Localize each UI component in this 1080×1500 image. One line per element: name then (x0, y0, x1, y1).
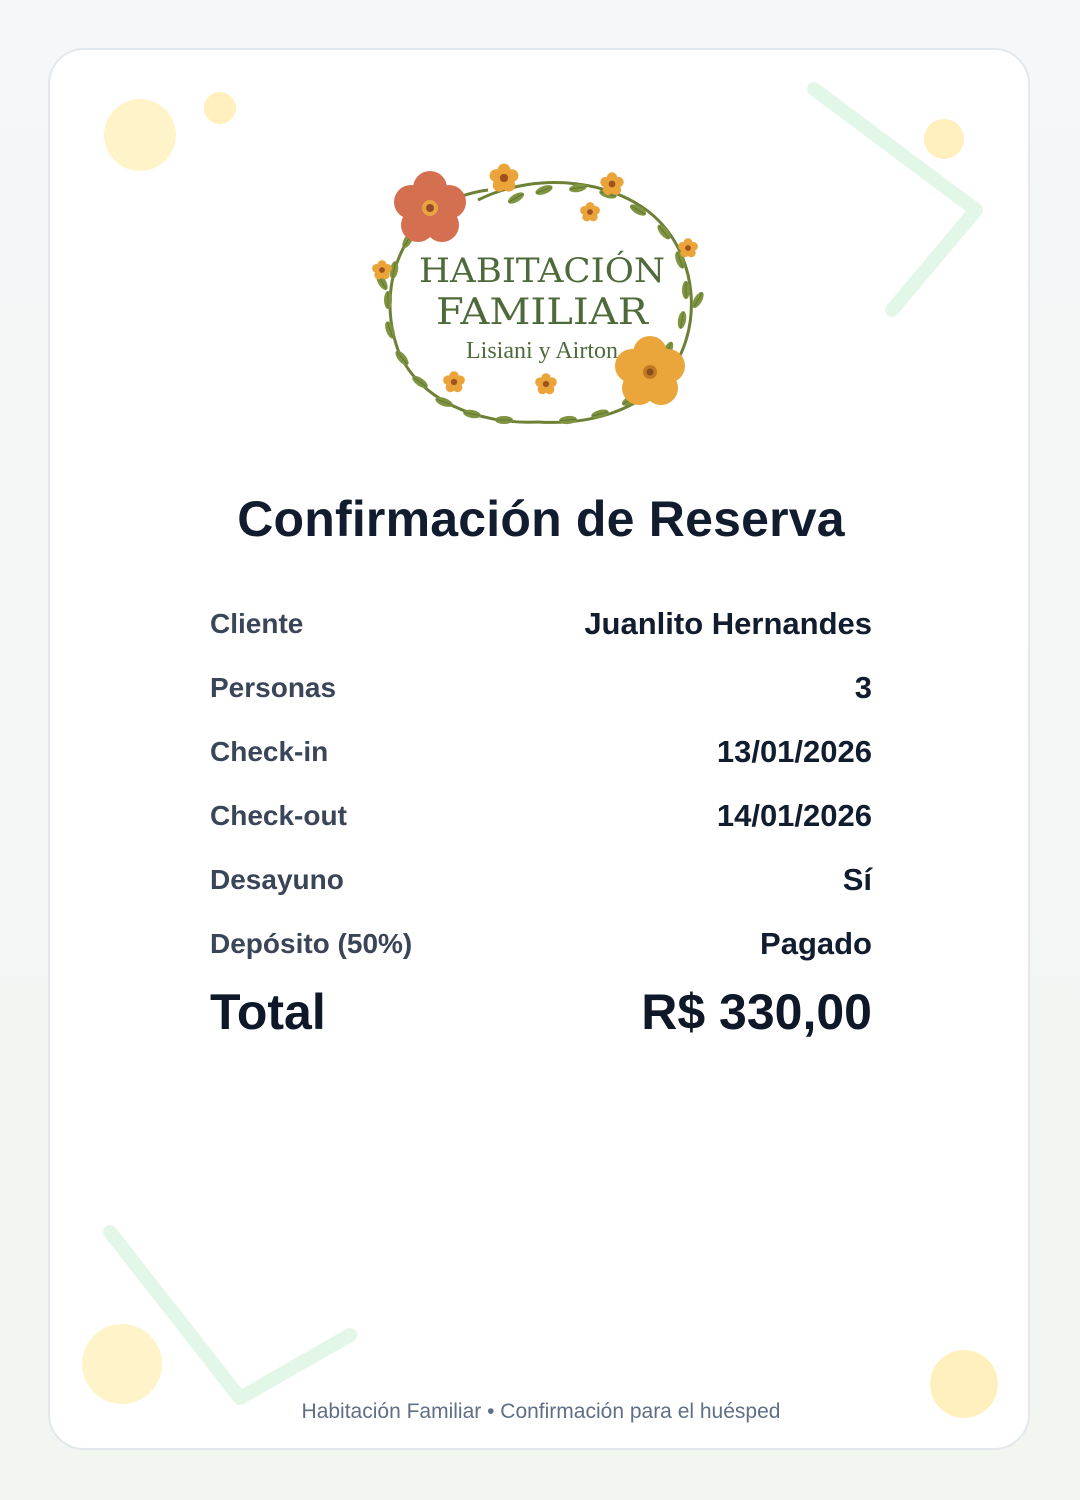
detail-label: Depósito (50%) (210, 928, 413, 959)
detail-row-cliente: Cliente Juanlito Hernandes (210, 592, 872, 656)
page-title: Confirmación de Reserva (237, 491, 845, 547)
deco-circle-bottom-left (82, 1324, 162, 1404)
brand-logo: HABITACIÓN FAMILIAR Lisiani y Airton (372, 163, 707, 426)
detail-value: Sí (842, 862, 872, 897)
confirmation-card: HABITACIÓN FAMILIAR Lisiani y Airton Con… (48, 48, 1030, 1450)
footer-text: Habitación Familiar • Confirmación para … (301, 1400, 781, 1423)
gold-flower (615, 336, 685, 405)
detail-value: 14/01/2026 (716, 798, 872, 833)
detail-value: Juanlito Hernandes (584, 606, 872, 641)
deco-circle-top-right (924, 119, 964, 159)
deco-chevron-bottom-left (103, 1225, 357, 1405)
detail-value: 13/01/2026 (716, 734, 872, 769)
logo-text-line3: Lisiani y Airton (466, 338, 618, 364)
detail-row-desayuno: Desayuno Sí (210, 848, 872, 912)
detail-label: Check-out (210, 800, 347, 831)
detail-value: 3 (854, 670, 872, 705)
deco-chevron-top-right (807, 82, 983, 317)
deco-circle-top-left-large (104, 99, 176, 171)
detail-row-check-in: Check-in 13/01/2026 (210, 720, 872, 784)
detail-value: Pagado (760, 926, 872, 961)
total-row: Total R$ 330,00 (210, 976, 872, 1048)
coral-flower (394, 171, 466, 242)
reservation-details: Cliente Juanlito Hernandes Personas 3 Ch… (210, 592, 872, 1048)
total-label: Total (210, 984, 326, 1040)
detail-label: Desayuno (210, 864, 344, 895)
detail-label: Personas (210, 672, 337, 703)
logo-text-line1: HABITACIÓN (419, 250, 665, 291)
detail-row-check-out: Check-out 14/01/2026 (210, 784, 872, 848)
detail-label: Check-in (210, 736, 329, 767)
deco-circle-top-left-small (204, 92, 236, 124)
total-amount: R$ 330,00 (641, 984, 872, 1040)
logo-text-line2: FAMILIAR (436, 292, 649, 333)
detail-label: Cliente (210, 608, 304, 639)
detail-row-personas: Personas 3 (210, 656, 872, 720)
detail-row-deposito: Depósito (50%) Pagado (210, 912, 872, 976)
